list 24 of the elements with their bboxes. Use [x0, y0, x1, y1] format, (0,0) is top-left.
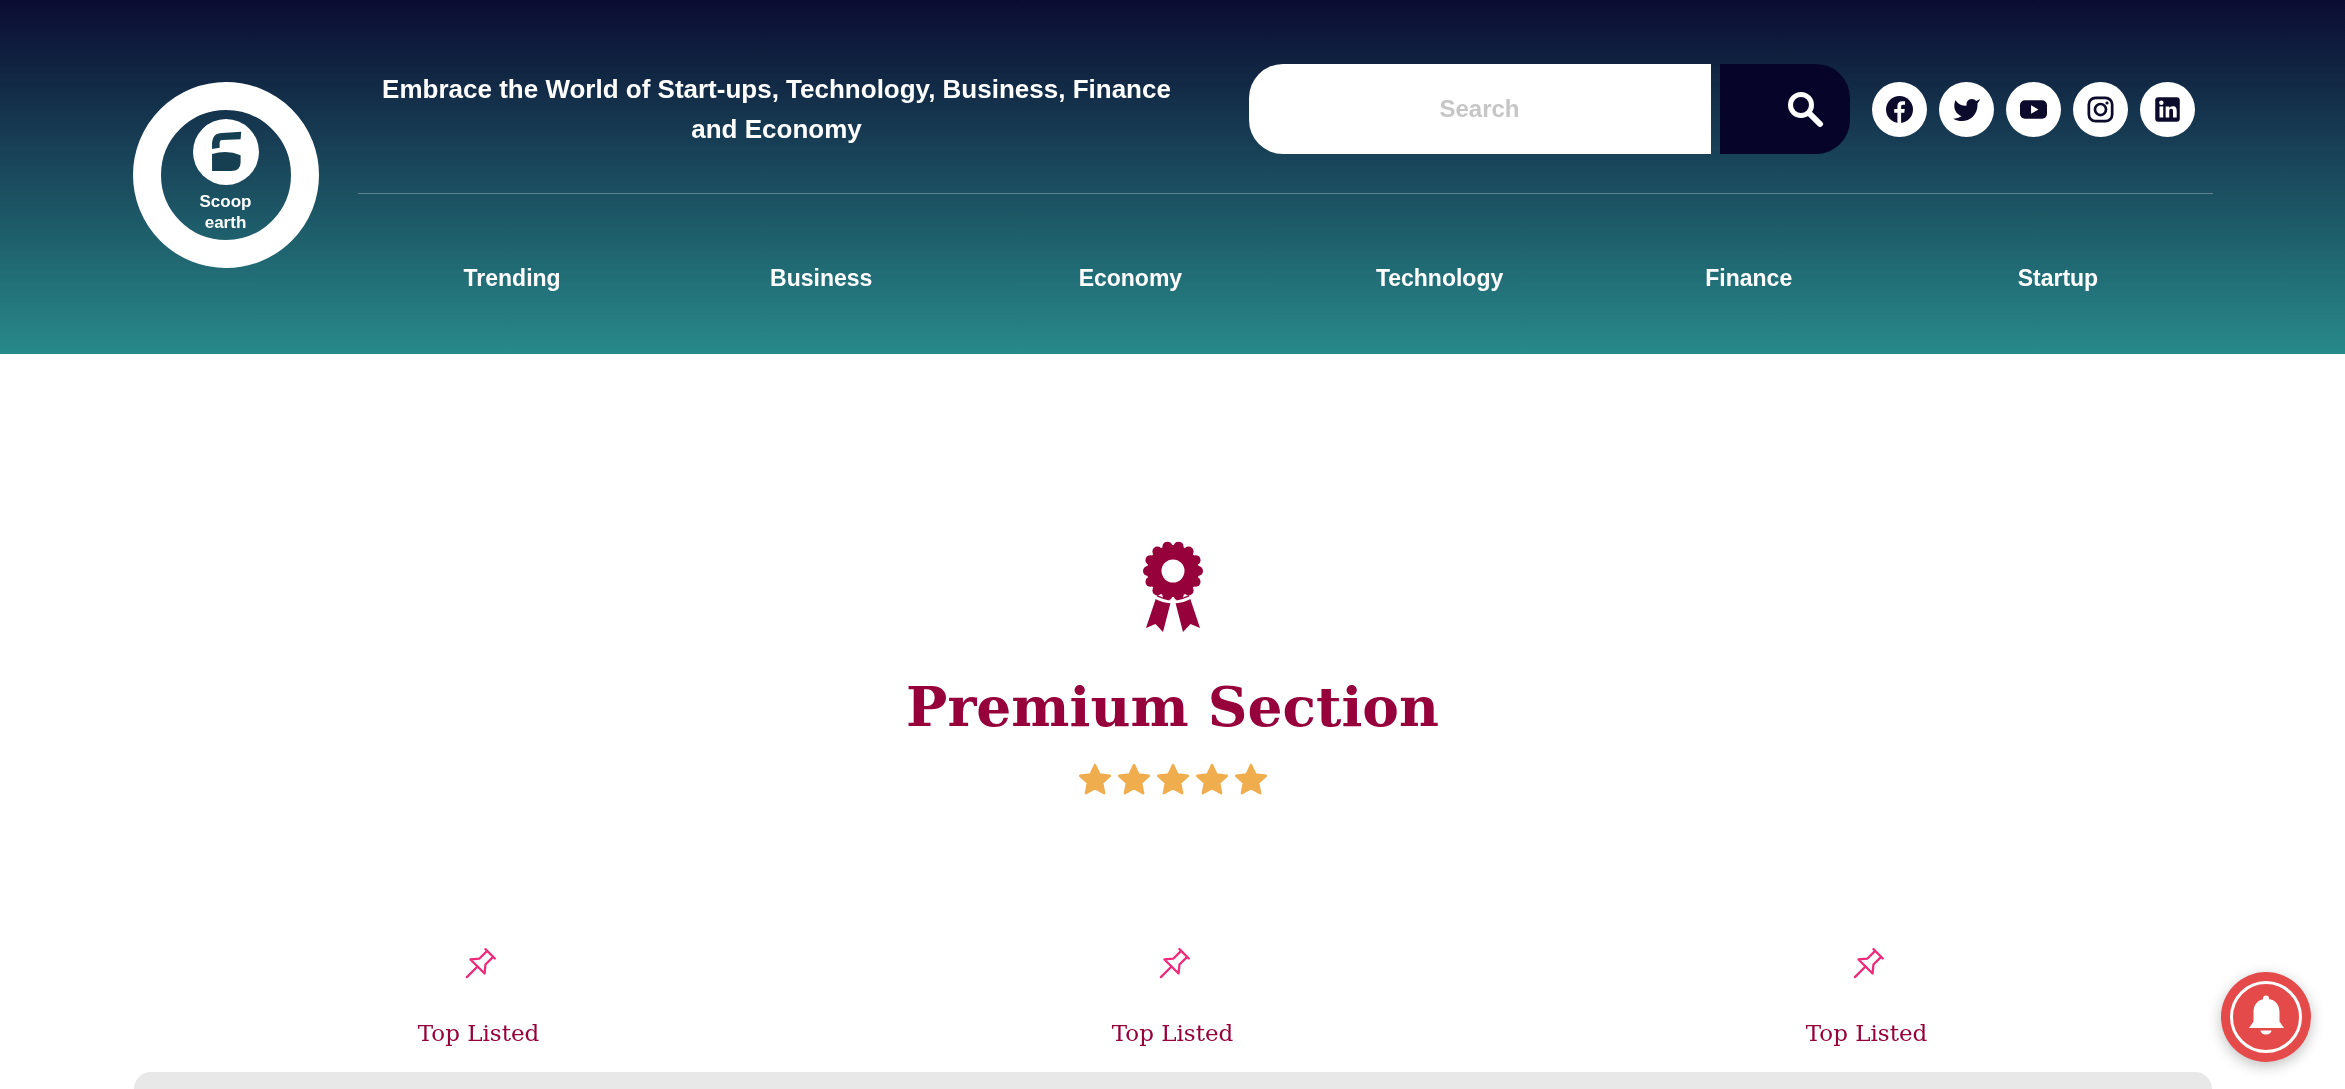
tagline: Embrace the World of Start-ups, Technology, Business, Finance and Economy — [381, 73, 1172, 146]
search-field[interactable]: Search — [1248, 64, 1711, 154]
nav-link[interactable]: Business — [770, 254, 873, 302]
nav-link[interactable]: Technology — [1375, 254, 1504, 302]
section-title: Premium Section — [906, 673, 1439, 741]
column-heading: Top Listed — [1111, 1019, 1234, 1048]
search-icon — [1785, 90, 1824, 128]
facebook-icon[interactable] — [1871, 81, 1927, 137]
logo-text: Scoop earth — [199, 191, 252, 233]
twitter-bird-icon[interactable] — [1938, 81, 1994, 137]
logo-mark-icon — [192, 119, 259, 185]
search-button[interactable] — [1719, 64, 1850, 154]
column-heading: Top Listed — [1805, 1019, 1928, 1048]
youtube-icon[interactable] — [2005, 81, 2061, 137]
column-heading: Top Listed — [417, 1019, 540, 1048]
nav-link[interactable]: Trending — [463, 254, 561, 302]
nav-link[interactable]: Economy — [1078, 254, 1183, 302]
instagram-icon[interactable] — [2072, 81, 2128, 137]
bell-icon — [2230, 981, 2302, 1053]
notification-button[interactable] — [2221, 972, 2311, 1062]
site-logo[interactable]: Scoop earth — [132, 82, 319, 268]
linkedin-icon[interactable] — [2139, 81, 2195, 137]
nav-link[interactable]: Startup — [2017, 254, 2099, 302]
nav-link[interactable]: Finance — [1705, 254, 1793, 302]
